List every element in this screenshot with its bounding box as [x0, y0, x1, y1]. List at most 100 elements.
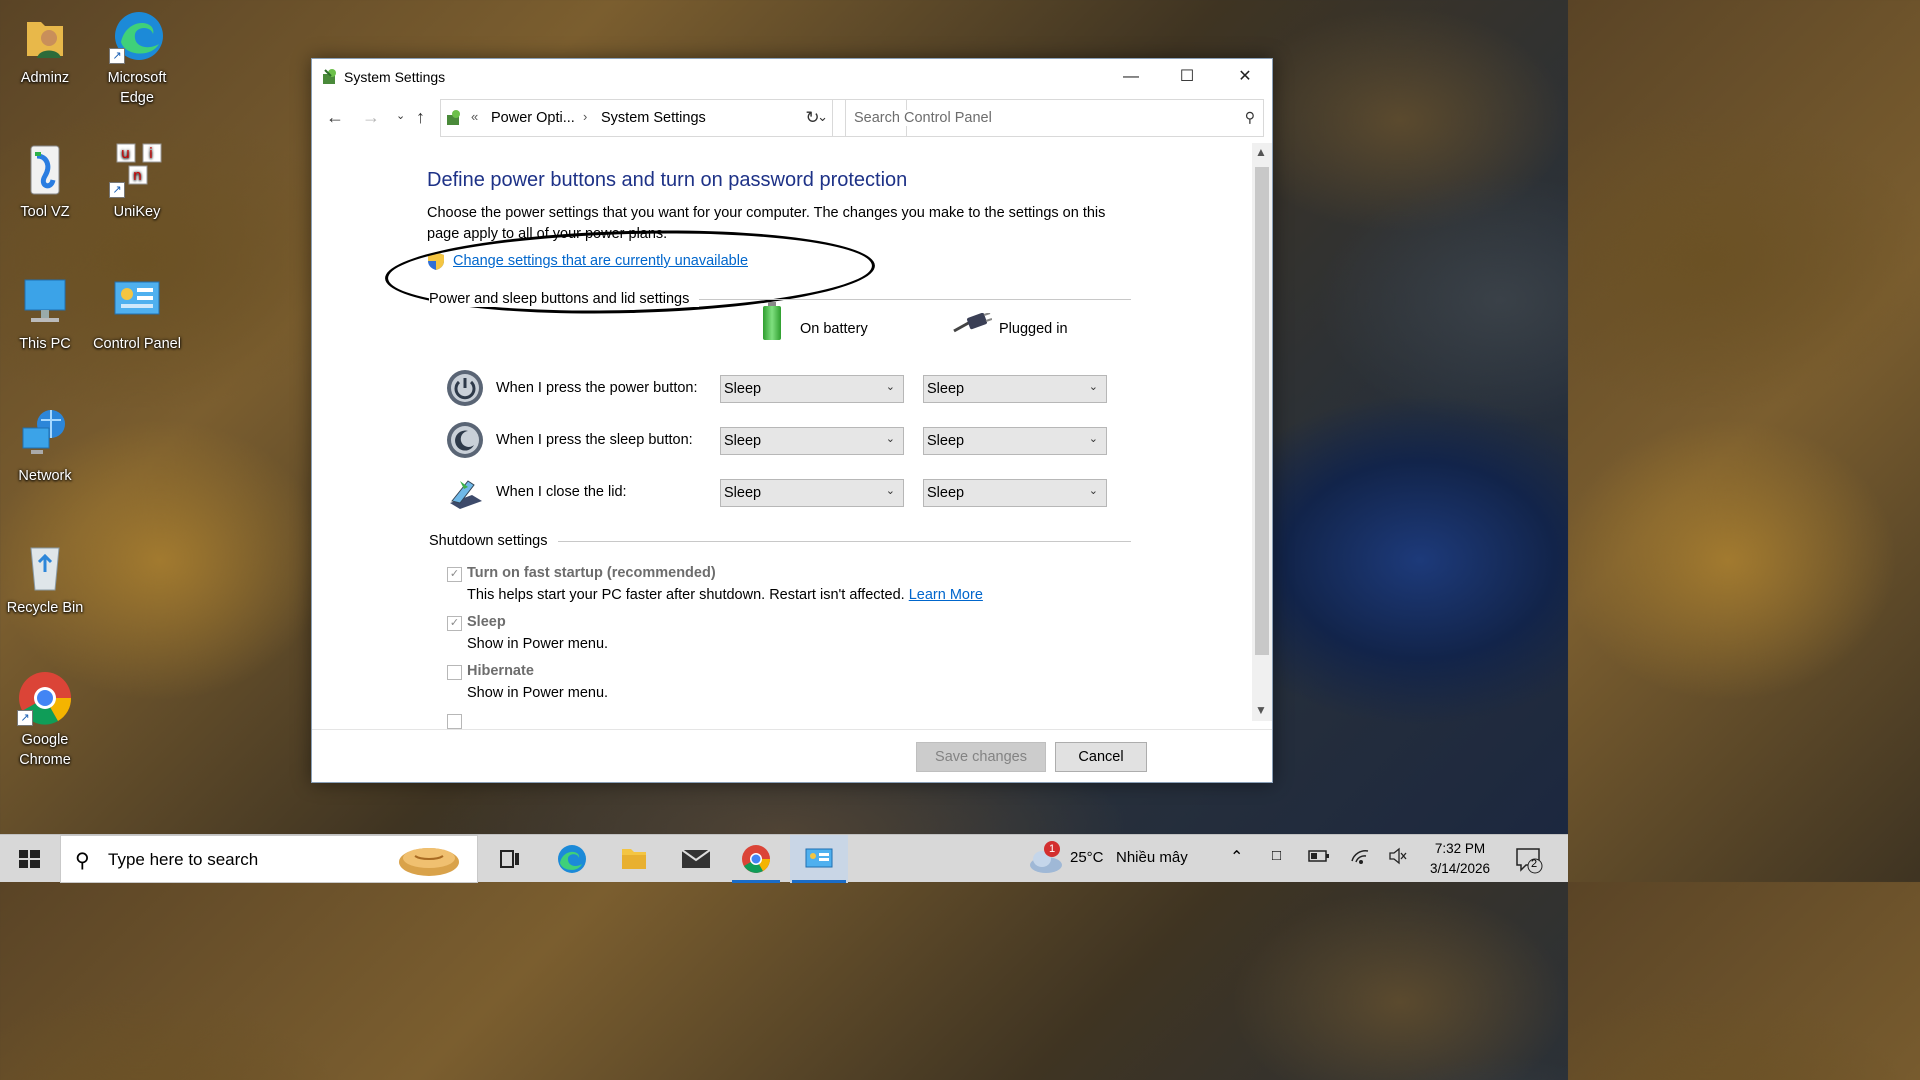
recycle-bin-icon [17, 538, 73, 594]
desktop-icon-edge[interactable]: ↗ Microsoft Edge [92, 8, 182, 108]
address-bar[interactable]: « Power Opti... › System Settings ⌄ [440, 99, 907, 137]
tool-vz-icon [17, 142, 73, 198]
learn-more-link[interactable]: Learn More [909, 587, 983, 603]
taskbar-control-panel[interactable] [790, 835, 848, 883]
sleep-button-plugged-select[interactable]: Sleep ⌄ [923, 427, 1107, 455]
wifi-signal-icon [1351, 850, 1369, 864]
sleep-button-battery-select[interactable]: Sleep ⌄ [720, 427, 904, 455]
chevron-down-icon: ⌄ [885, 485, 895, 497]
maximize-button[interactable]: ☐ [1158, 59, 1216, 95]
close-lid-plugged-select[interactable]: Sleep ⌄ [923, 479, 1107, 507]
taskbar-chrome[interactable] [730, 835, 782, 883]
taskbar-search[interactable]: ⚲ Type here to search [60, 835, 478, 883]
cancel-button[interactable]: Cancel [1055, 742, 1147, 772]
breadcrumb-overflow[interactable]: « [471, 109, 478, 124]
mail-icon [681, 849, 711, 868]
speaker-muted-icon [1389, 847, 1407, 865]
wifi-icon[interactable] [1350, 847, 1370, 895]
breadcrumb-separator-icon: › [583, 109, 588, 124]
desktop-icon-control-panel[interactable]: Control Panel [92, 274, 182, 354]
chrome-icon: ↗ [17, 670, 73, 726]
edge-icon: ↗ [109, 8, 165, 64]
active-indicator [732, 880, 780, 883]
task-view-button[interactable] [484, 835, 536, 883]
hibernate-checkbox[interactable] [447, 665, 462, 680]
chevron-down-icon: ⌄ [885, 433, 895, 445]
svg-text:u: u [121, 146, 130, 162]
minimize-button[interactable]: — [1102, 59, 1160, 95]
desktop-icon-unikey[interactable]: uin ↗ UniKey [92, 142, 182, 222]
power-options-icon [447, 110, 460, 125]
breadcrumb-power-options[interactable]: Power Opti... [491, 110, 575, 126]
chevron-down-icon: ⌄ [1088, 381, 1098, 393]
weather-badge: 1 [1044, 841, 1060, 857]
scroll-up-icon[interactable]: ▲ [1255, 145, 1267, 159]
title-bar[interactable]: System Settings — ☐ ✕ [312, 59, 1272, 95]
refresh-button[interactable]: ↻ [793, 99, 833, 137]
computer-icon [17, 274, 73, 330]
system-settings-window: System Settings — ☐ ✕ ← → ⌄ ↑ « Power Op… [311, 58, 1273, 783]
shortcut-arrow-icon: ↗ [17, 710, 33, 726]
unikey-icon: u in ↗ [109, 142, 165, 198]
search-box[interactable]: ⚲ [845, 99, 1264, 137]
user-folder-icon [17, 8, 73, 64]
taskbar-mail[interactable] [670, 835, 722, 883]
folder-icon [622, 849, 646, 869]
taskbar-edge[interactable] [546, 835, 598, 883]
notification-count: 2 [1531, 858, 1538, 870]
recent-locations-button[interactable]: ⌄ [396, 109, 405, 122]
taskbar-file-explorer[interactable] [608, 835, 660, 883]
network-icon [17, 406, 73, 462]
chevron-down-icon: ⌄ [1088, 485, 1098, 497]
battery-icon [763, 302, 781, 340]
desktop-icon-adminz[interactable]: Adminz [0, 8, 90, 88]
power-button-icon [447, 370, 483, 406]
control-panel-icon [805, 848, 833, 868]
scrollbar-thumb[interactable] [1255, 167, 1269, 655]
sleep-checkbox[interactable]: ✓ [447, 616, 462, 631]
chevron-down-icon: ⌄ [1088, 433, 1098, 445]
save-changes-button[interactable]: Save changes [916, 742, 1046, 772]
shortcut-arrow-icon: ↗ [109, 48, 125, 64]
weather-widget[interactable]: 1 25°C Nhiều mây [1028, 835, 1208, 883]
window-title: System Settings [344, 69, 446, 85]
column-on-battery: On battery [800, 321, 868, 337]
power-button-plugged-select[interactable]: Sleep ⌄ [923, 375, 1107, 403]
control-panel-icon [109, 274, 165, 330]
search-input[interactable] [854, 110, 1234, 126]
close-lid-battery-select[interactable]: Sleep ⌄ [720, 479, 904, 507]
taskbar: ⚲ Type here to search 1 25°C Nhiều mây ⌃… [0, 834, 1568, 883]
lock-checkbox[interactable] [447, 714, 462, 729]
desktop-icon-recycle-bin[interactable]: Recycle Bin [0, 538, 90, 618]
scroll-down-icon[interactable]: ▼ [1255, 703, 1267, 717]
power-button-battery-select[interactable]: Sleep ⌄ [720, 375, 904, 403]
power-options-icon [323, 69, 336, 84]
desktop-icon-toolvz[interactable]: Tool VZ [0, 142, 90, 222]
up-button[interactable]: ↑ [416, 107, 425, 128]
desktop-icon-network[interactable]: Network [0, 406, 90, 486]
desktop-icon-chrome[interactable]: ↗ Google Chrome [0, 670, 90, 770]
notification-icon [1516, 848, 1543, 874]
forward-button[interactable]: → [362, 107, 380, 128]
svg-text:i: i [149, 146, 153, 162]
battery-tray-icon[interactable] [1308, 849, 1330, 897]
system-clock[interactable]: 7:32 PM 3/14/2026 [1418, 839, 1502, 879]
vertical-scrollbar[interactable]: ▲ ▼ [1252, 143, 1272, 721]
weather-temperature: 25°C [1070, 849, 1104, 866]
desktop-icon-this-pc[interactable]: This PC [0, 274, 90, 354]
svg-text:n: n [133, 168, 142, 184]
close-lid-row: When I close the lid: Sleep ⌄ Sleep ⌄ [446, 473, 1107, 513]
chevron-up-icon: ⌃ [1230, 849, 1244, 866]
show-hidden-icons-button[interactable]: ⌃ [1230, 847, 1243, 895]
fast-startup-checkbox[interactable]: ✓ [447, 567, 462, 582]
close-button[interactable]: ✕ [1216, 59, 1274, 95]
search-icon[interactable]: ⚲ [1245, 109, 1255, 126]
notification-center-button[interactable]: 2 [1514, 845, 1544, 893]
start-button[interactable] [0, 835, 58, 883]
back-button[interactable]: ← [326, 107, 344, 128]
volume-muted-icon[interactable] [1388, 847, 1408, 895]
pie-doodle-icon [399, 848, 459, 876]
breadcrumb-system-settings[interactable]: System Settings [601, 110, 706, 126]
device-icon[interactable]: □ [1272, 847, 1281, 895]
window-footer: Save changes Cancel [312, 729, 1272, 783]
